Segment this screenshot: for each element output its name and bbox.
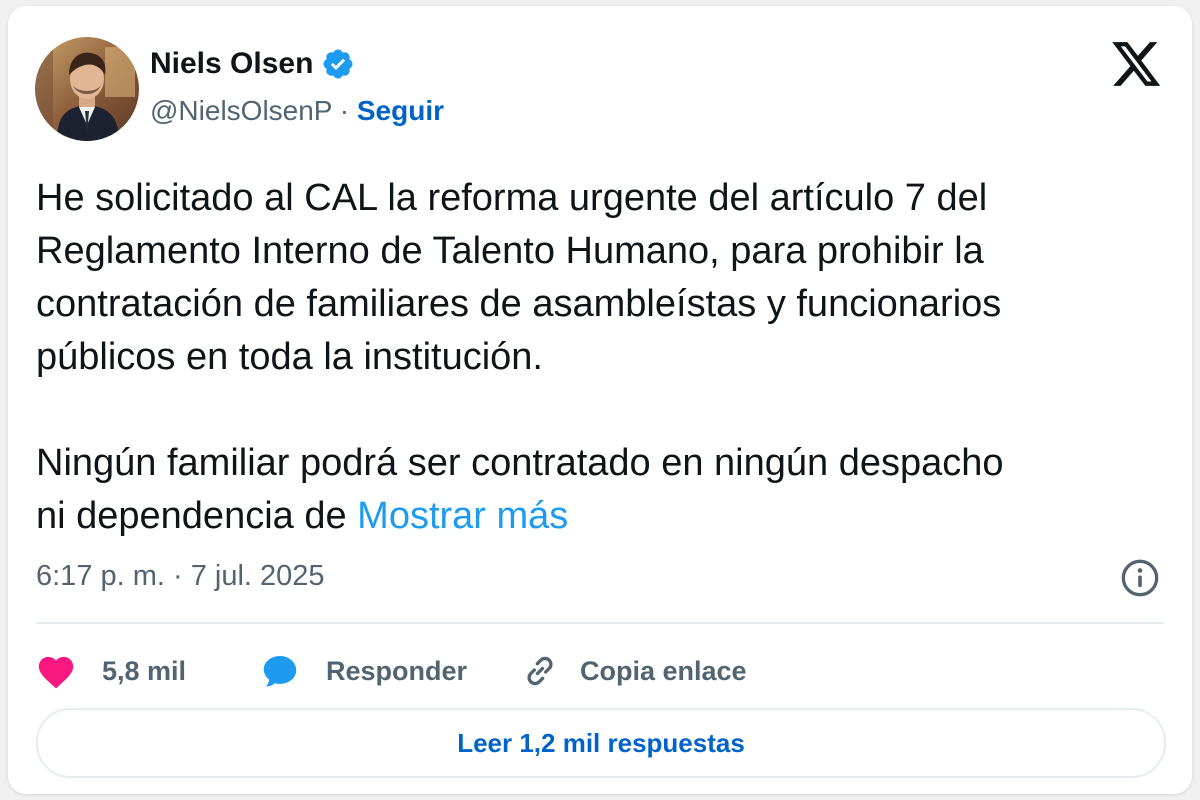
tweet-text: He solicitado al CAL la reforma urgente … <box>36 172 1176 543</box>
tweet-actions: 5,8 mil Responder Copia enlace <box>36 646 747 696</box>
tweet-line: contratación de familiares de asambleíst… <box>36 283 1002 325</box>
handle-separator: · <box>339 95 350 126</box>
heart-icon <box>38 656 74 689</box>
like-count: 5,8 mil <box>102 655 187 686</box>
read-replies-label: Leer 1,2 mil respuestas <box>457 727 745 758</box>
reply-label: Responder <box>326 655 468 686</box>
handle-row: @NielsOlsenP · Seguir <box>150 95 444 127</box>
tweet-line: He solicitado al CAL la reforma urgente … <box>36 177 988 219</box>
x-logo-icon[interactable] <box>1112 42 1162 88</box>
show-more-link[interactable]: Mostrar más <box>357 495 568 537</box>
follow-link[interactable]: Seguir <box>357 95 444 126</box>
read-replies-button[interactable]: Leer 1,2 mil respuestas <box>36 708 1166 778</box>
copy-link-button[interactable]: Copia enlace <box>520 651 747 691</box>
avatar[interactable] <box>35 37 139 141</box>
author-name[interactable]: Niels Olsen <box>150 47 313 81</box>
like-button[interactable]: 5,8 mil <box>36 653 260 689</box>
tweet-line: Ningún familiar podrá ser contratado en … <box>36 442 1004 484</box>
author-handle[interactable]: @NielsOlsenP <box>150 95 332 126</box>
verified-badge-icon <box>323 49 353 79</box>
copy-link-label: Copia enlace <box>580 655 747 686</box>
reply-button[interactable]: Responder <box>260 652 520 690</box>
tweet-line: ni dependencia de <box>36 495 347 537</box>
tweet-line: Reglamento Interno de Talento Humano, pa… <box>36 230 984 272</box>
tweet-card: Niels Olsen @NielsOlsenP · Seguir He sol… <box>8 6 1192 794</box>
tweet-paragraph: He solicitado al CAL la reforma urgente … <box>36 172 1176 384</box>
speech-bubble-icon <box>263 655 297 687</box>
link-icon <box>527 656 553 686</box>
avatar-image <box>35 37 139 141</box>
tweet-line: públicos en toda la institución. <box>36 336 543 378</box>
tweet-paragraph: Ningún familiar podrá ser contratado en … <box>36 437 1176 543</box>
tweet-timestamp[interactable]: 6:17 p. m. · 7 jul. 2025 <box>36 560 325 593</box>
divider <box>36 622 1164 624</box>
author-name-row[interactable]: Niels Olsen <box>150 47 355 81</box>
info-icon[interactable] <box>1120 558 1160 598</box>
